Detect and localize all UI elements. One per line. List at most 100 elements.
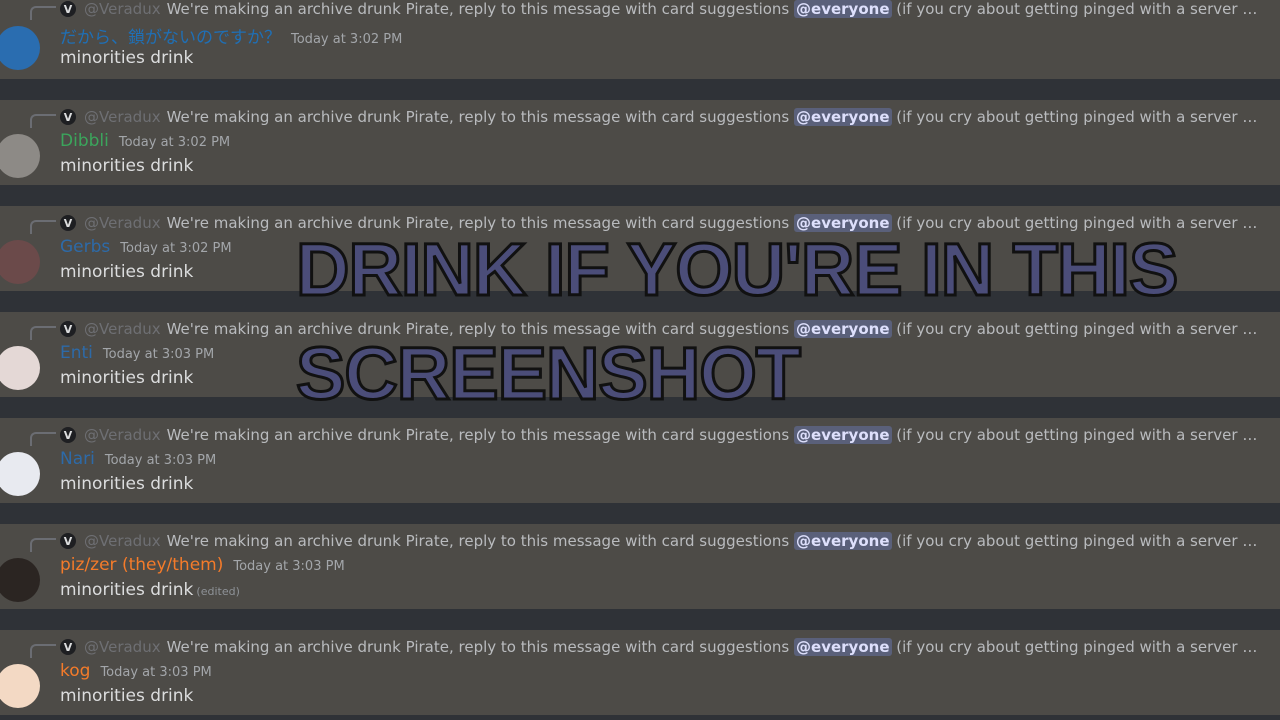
reply-preview[interactable]: V @Veradux We're making an archive drunk… (60, 0, 1260, 20)
reply-text-before: We're making an archive drunk Pirate, re… (166, 638, 790, 656)
reply-text-after: (if you cry about getting pinged with a … (896, 214, 1260, 232)
reply-text: We're making an archive drunk Pirate, re… (167, 320, 1260, 338)
reply-text-after: (if you cry about getting pinged with a … (896, 108, 1260, 126)
message-header: kog Today at 3:03 PM (60, 661, 212, 681)
reply-author[interactable]: @Veradux (84, 426, 161, 444)
message-item[interactable]: V @Veradux We're making an archive drunk… (0, 630, 1280, 720)
reply-avatar-icon: V (60, 1, 76, 17)
reply-avatar-icon: V (60, 321, 76, 337)
message-content: minorities drink (60, 686, 196, 706)
everyone-mention[interactable]: @everyone (794, 0, 892, 18)
everyone-mention[interactable]: @everyone (794, 214, 892, 232)
avatar[interactable] (0, 26, 40, 70)
username[interactable]: Gerbs (60, 237, 110, 257)
message-header: Nari Today at 3:03 PM (60, 449, 216, 469)
message-item[interactable]: V @Veradux We're making an archive drunk… (0, 0, 1280, 100)
message-header: Dibbli Today at 3:02 PM (60, 131, 230, 151)
message-header: Gerbs Today at 3:02 PM (60, 237, 232, 257)
message-header: Enti Today at 3:03 PM (60, 343, 214, 363)
reply-connector (30, 326, 56, 340)
username[interactable]: Dibbli (60, 131, 109, 151)
chat-screen: V @Veradux We're making an archive drunk… (0, 0, 1280, 720)
message-header: だから、鎖がないのですか？ Today at 3:02 PM (60, 23, 402, 48)
everyone-mention[interactable]: @everyone (794, 108, 892, 126)
reply-connector (30, 220, 56, 234)
reply-text-after: (if you cry about getting pinged with a … (896, 426, 1260, 444)
reply-preview[interactable]: V @Veradux We're making an archive drunk… (60, 530, 1260, 552)
reply-avatar-icon: V (60, 109, 76, 125)
everyone-mention[interactable]: @everyone (794, 532, 892, 550)
avatar[interactable] (0, 346, 40, 390)
reply-text: We're making an archive drunk Pirate, re… (167, 532, 1260, 550)
timestamp: Today at 3:03 PM (233, 559, 345, 574)
reply-avatar-icon: V (60, 639, 76, 655)
message-content: minorities drink (60, 368, 196, 388)
username[interactable]: だから、鎖がないのですか？ (60, 23, 281, 48)
reply-text: We're making an archive drunk Pirate, re… (167, 0, 1260, 18)
message-text: minorities drink (60, 368, 194, 388)
username[interactable]: piz/zer (they/them) (60, 555, 223, 575)
reply-text-before: We're making an archive drunk Pirate, re… (166, 214, 790, 232)
reply-preview[interactable]: V @Veradux We're making an archive drunk… (60, 106, 1260, 128)
reply-preview[interactable]: V @Veradux We're making an archive drunk… (60, 212, 1260, 234)
reply-text: We're making an archive drunk Pirate, re… (167, 426, 1260, 444)
reply-text-before: We're making an archive drunk Pirate, re… (166, 0, 790, 18)
message-list: V @Veradux We're making an archive drunk… (0, 0, 1280, 720)
reply-connector (30, 432, 56, 446)
message-item[interactable]: V @Veradux We're making an archive drunk… (0, 312, 1280, 418)
reply-text-before: We're making an archive drunk Pirate, re… (166, 320, 790, 338)
reply-text-before: We're making an archive drunk Pirate, re… (166, 532, 790, 550)
reply-author[interactable]: @Veradux (84, 214, 161, 232)
everyone-mention[interactable]: @everyone (794, 638, 892, 656)
reply-author[interactable]: @Veradux (84, 0, 161, 18)
reply-preview[interactable]: V @Veradux We're making an archive drunk… (60, 636, 1260, 658)
reply-connector (30, 644, 56, 658)
timestamp: Today at 3:03 PM (104, 453, 217, 468)
reply-connector (30, 114, 56, 128)
timestamp: Today at 3:02 PM (291, 32, 403, 47)
timestamp: Today at 3:03 PM (102, 347, 215, 362)
avatar[interactable] (0, 664, 40, 708)
everyone-mention[interactable]: @everyone (794, 320, 892, 338)
username[interactable]: Nari (60, 449, 95, 469)
message-item[interactable]: V @Veradux We're making an archive drunk… (0, 206, 1280, 312)
message-item[interactable]: V @Veradux We're making an archive drunk… (0, 100, 1280, 206)
reply-avatar-icon: V (60, 427, 76, 443)
edited-label: (edited) (196, 585, 240, 598)
reply-author[interactable]: @Veradux (84, 320, 161, 338)
reply-text-before: We're making an archive drunk Pirate, re… (166, 426, 790, 444)
reply-author[interactable]: @Veradux (84, 638, 161, 656)
avatar[interactable] (0, 452, 40, 496)
reply-connector (30, 538, 56, 552)
reply-text-before: We're making an archive drunk Pirate, re… (166, 108, 790, 126)
message-content: minorities drink (edited) (60, 580, 240, 600)
message-item[interactable]: V @Veradux We're making an archive drunk… (0, 524, 1280, 630)
message-content: minorities drink (60, 48, 196, 68)
message-item[interactable]: V @Veradux We're making an archive drunk… (0, 418, 1280, 524)
message-text: minorities drink (60, 48, 194, 68)
timestamp: Today at 3:03 PM (100, 665, 212, 680)
username[interactable]: kog (60, 661, 90, 681)
avatar[interactable] (0, 134, 40, 178)
message-text: minorities drink (60, 156, 194, 176)
username[interactable]: Enti (60, 343, 93, 363)
reply-text-after: (if you cry about getting pinged with a … (896, 638, 1260, 656)
everyone-mention[interactable]: @everyone (794, 426, 892, 444)
reply-connector (30, 6, 56, 20)
reply-text: We're making an archive drunk Pirate, re… (167, 108, 1260, 126)
avatar[interactable] (0, 558, 40, 602)
message-content: minorities drink (60, 474, 196, 494)
avatar[interactable] (0, 240, 40, 284)
reply-text-after: (if you cry about getting pinged with a … (896, 532, 1260, 550)
message-header: piz/zer (they/them) Today at 3:03 PM (60, 555, 345, 575)
reply-preview[interactable]: V @Veradux We're making an archive drunk… (60, 318, 1260, 340)
message-content: minorities drink (60, 262, 196, 282)
reply-author[interactable]: @Veradux (84, 532, 161, 550)
reply-preview[interactable]: V @Veradux We're making an archive drunk… (60, 424, 1260, 446)
reply-text: We're making an archive drunk Pirate, re… (167, 638, 1260, 656)
message-text: minorities drink (60, 686, 194, 706)
reply-avatar-icon: V (60, 215, 76, 231)
message-content: minorities drink (60, 156, 196, 176)
reply-author[interactable]: @Veradux (84, 108, 161, 126)
reply-text: We're making an archive drunk Pirate, re… (167, 214, 1260, 232)
